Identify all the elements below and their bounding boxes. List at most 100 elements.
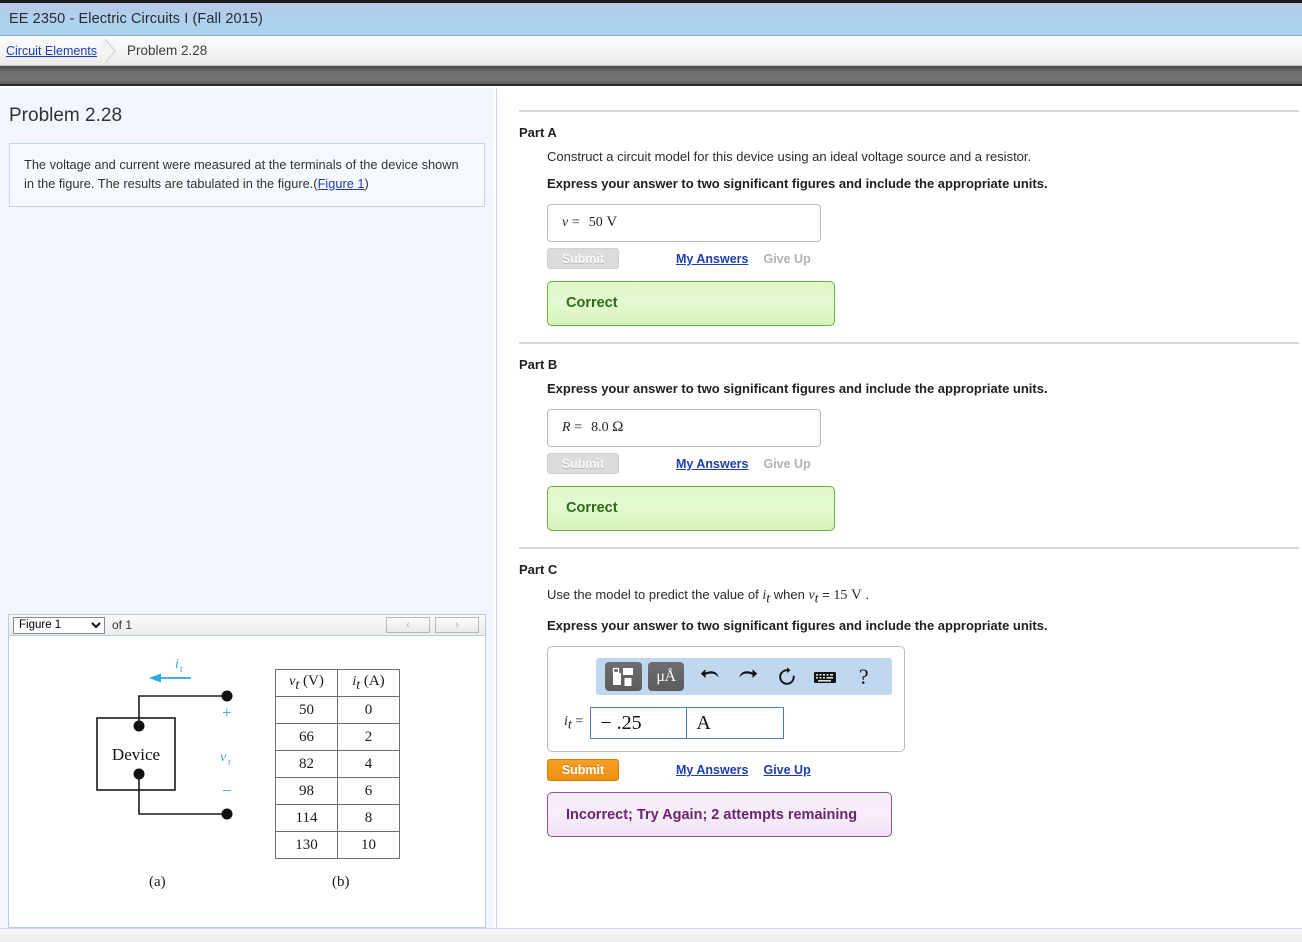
- undo-icon[interactable]: [690, 662, 729, 691]
- figure-count-label: of 1: [112, 618, 133, 632]
- table-row: 50 0: [275, 696, 400, 724]
- part-c-my-answers-link[interactable]: My Answers: [676, 763, 748, 777]
- part-a-give-up-link: Give Up: [763, 251, 811, 266]
- figure-toolbar: Figure 1 of 1 ‹ ›: [8, 614, 486, 636]
- template-icon[interactable]: [605, 662, 642, 692]
- part-c-toolbar: μÅ ?: [596, 658, 892, 696]
- part-c-heading: Part C: [519, 561, 558, 577]
- part-c-prompt-end: .: [865, 586, 870, 602]
- svg-text:−: −: [222, 781, 232, 800]
- figure-next-button[interactable]: ›: [435, 617, 479, 633]
- part-a-answer-unit: V: [606, 214, 618, 231]
- content-area: Problem 2.28 The voltage and current wer…: [0, 88, 1302, 942]
- part-c-prompt-mid: when: [770, 586, 809, 602]
- part-b-block: Part B Express your answer to two signif…: [519, 341, 1302, 531]
- problem-statement: The voltage and current were measured at…: [9, 143, 485, 208]
- toolbar-strip: [0, 66, 1302, 86]
- part-c-prompt: Use the model to predict the value of it…: [547, 586, 1302, 609]
- page-title: Problem 2.28: [9, 105, 123, 126]
- breadcrumb-link-circuit-elements[interactable]: Circuit Elements: [6, 44, 97, 58]
- keyboard-icon[interactable]: [806, 662, 845, 691]
- redo-icon[interactable]: [729, 662, 768, 691]
- part-a-answer-value: 50: [588, 214, 603, 230]
- cell-current: 0: [337, 696, 400, 724]
- cell-current: 6: [337, 777, 400, 805]
- part-c-value-input[interactable]: − .25: [590, 707, 688, 740]
- table-header-row: vt (V) it (A): [275, 669, 400, 697]
- figure-1-link[interactable]: Figure 1: [318, 176, 365, 191]
- help-icon[interactable]: ?: [844, 662, 883, 691]
- part-b-my-answers-link[interactable]: My Answers: [676, 457, 748, 471]
- header-v-sub: t: [295, 677, 300, 693]
- part-c-answer-widget: μÅ ? it = − .25 A: [547, 646, 905, 753]
- cell-voltage: 98: [275, 777, 338, 805]
- part-b-feedback-badge: Correct: [547, 485, 835, 531]
- header-v-unit: (V): [303, 672, 324, 689]
- part-c-feedback-badge: Incorrect; Try Again; 2 attempts remaini…: [547, 792, 892, 838]
- table-row: 98 6: [275, 777, 400, 805]
- problem-panel: Problem 2.28 The voltage and current wer…: [0, 88, 494, 942]
- paren-close: ): [364, 175, 369, 191]
- part-a-heading: Part A: [519, 125, 557, 140]
- part-b-instruction: Express your answer to two significant f…: [547, 380, 1048, 396]
- figure-widget: Figure 1 of 1 ‹ › Device i t + v t − vt …: [8, 614, 486, 942]
- figure-selector[interactable]: Figure 1: [13, 616, 105, 634]
- part-b-submit-button[interactable]: Submit: [547, 453, 619, 475]
- table-row: 66 2: [275, 723, 400, 751]
- cell-voltage: 114: [275, 804, 338, 832]
- table-row: 130 10: [275, 831, 400, 859]
- part-c-instruction: Express your answer to two significant f…: [547, 618, 1048, 634]
- header-i-sub: t: [356, 677, 361, 693]
- svg-text:t: t: [228, 757, 231, 767]
- problem-statement-text: The voltage and current were measured at…: [24, 157, 459, 191]
- part-b-heading: Part B: [519, 356, 558, 372]
- units-icon[interactable]: μÅ: [647, 662, 685, 692]
- units-icon-label: μÅ: [656, 667, 676, 685]
- part-a-block: Part A Construct a circuit model for thi…: [519, 110, 1302, 326]
- cell-voltage: 50: [275, 696, 338, 724]
- part-c-actions: Submit My Answers Give Up: [547, 759, 1302, 782]
- cell-voltage: 82: [275, 750, 338, 778]
- cell-current: 2: [337, 723, 400, 751]
- part-c-body: Use the model to predict the value of it…: [519, 586, 1302, 838]
- app-root: EE 2350 - Electric Circuits I (Fall 2015…: [0, 0, 1302, 942]
- part-c-unit-input[interactable]: A: [687, 707, 785, 740]
- part-b-answer-unit: Ω: [612, 419, 624, 436]
- part-a-answer-label: v =: [562, 215, 580, 231]
- reset-icon[interactable]: [767, 662, 806, 691]
- part-a-my-answers-link[interactable]: My Answers: [676, 252, 748, 266]
- part-a-answer-field[interactable]: v = 50 V: [547, 203, 821, 242]
- table-header-voltage: vt (V): [275, 669, 338, 697]
- course-title: EE 2350 - Electric Circuits I (Fall 2015…: [9, 11, 263, 27]
- svg-text:+: +: [222, 703, 232, 722]
- svg-text:Device: Device: [112, 745, 160, 764]
- breadcrumb-current: Problem 2.28: [127, 43, 208, 58]
- breadcrumb: Circuit Elements Problem 2.28: [0, 36, 1302, 66]
- part-c-prompt-value: 15: [833, 587, 848, 603]
- part-c-give-up-link[interactable]: Give Up: [763, 763, 810, 777]
- cell-voltage: 130: [275, 831, 338, 859]
- figure-prev-button[interactable]: ‹: [386, 617, 430, 633]
- course-title-bar: EE 2350 - Electric Circuits I (Fall 2015…: [0, 3, 1302, 36]
- part-a-body: Construct a circuit model for this devic…: [519, 149, 1302, 326]
- table-header-current: it (A): [337, 669, 400, 697]
- part-c-prompt-unit: V: [851, 586, 862, 603]
- part-b-answer-field[interactable]: R = 8.0 Ω: [547, 408, 821, 447]
- part-b-answer-value: 8.0: [591, 419, 609, 435]
- figure-caption-a: (a): [149, 874, 166, 890]
- part-c-submit-button[interactable]: Submit: [547, 759, 619, 782]
- cell-current: 10: [337, 831, 400, 859]
- svg-text:v: v: [220, 750, 227, 765]
- table-body: 50 0 66 2 82 4 98 6 114 8 130 10: [275, 696, 400, 859]
- part-c-prompt-eq: =: [818, 586, 834, 602]
- device-circuit-diagram: Device i t + v t −: [96, 657, 233, 820]
- part-a-submit-button[interactable]: Submit: [547, 248, 619, 270]
- table-row: 114 8: [275, 804, 400, 832]
- part-b-actions: Submit My Answers Give Up: [547, 453, 1302, 475]
- part-c-rule: [519, 546, 1299, 549]
- cell-current: 4: [337, 750, 400, 778]
- part-b-answer-label: R =: [562, 420, 583, 436]
- figure-caption-b: (b): [332, 874, 350, 890]
- part-c-answer-label: it =: [564, 714, 584, 733]
- part-a-feedback-badge: Correct: [547, 280, 835, 326]
